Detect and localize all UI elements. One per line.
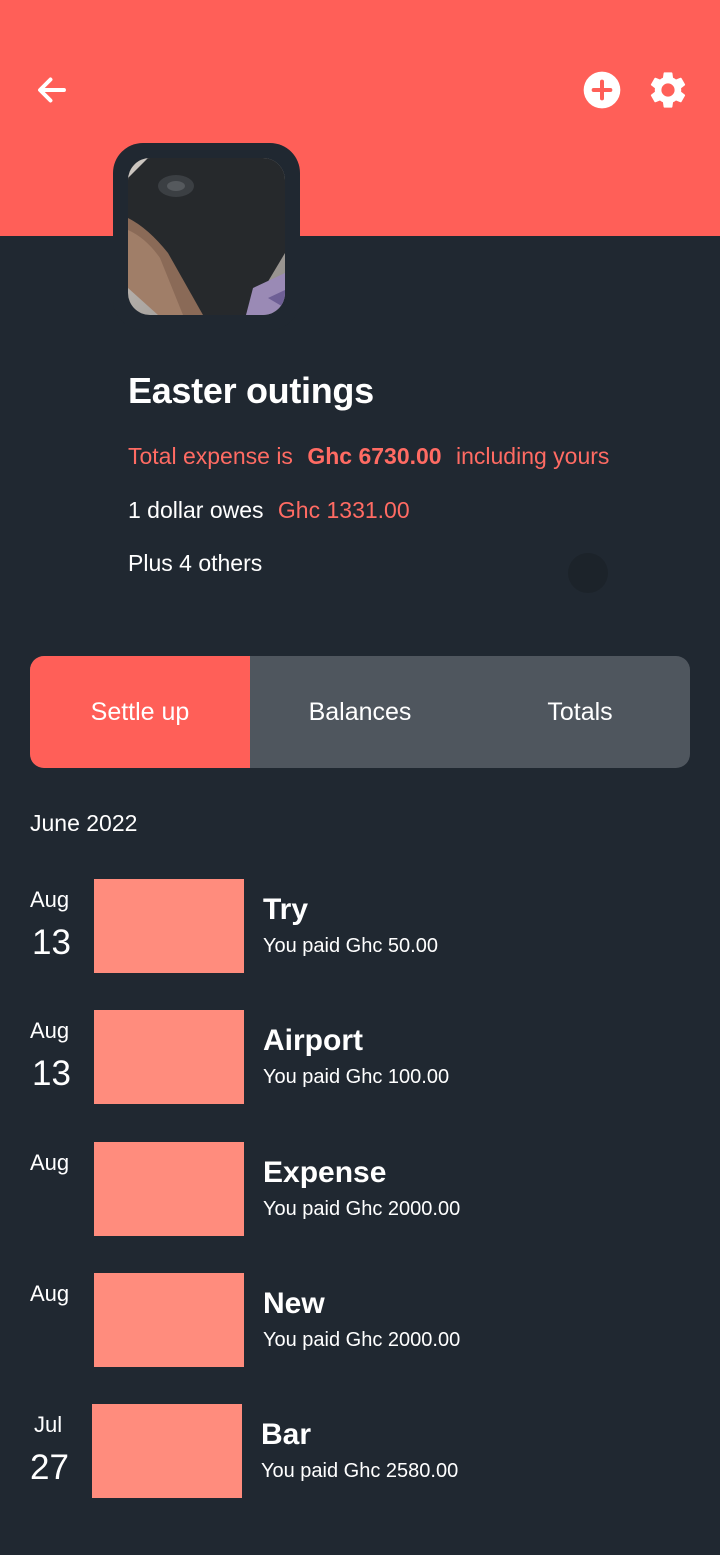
- expense-title: Try: [263, 893, 309, 926]
- owes-amount: Ghc 1331.00: [277, 497, 410, 523]
- expense-row[interactable]: Aug 13 Airport You paid Ghc 100.00: [0, 1010, 720, 1106]
- expense-paid-text: You paid Ghc 2000.00: [263, 1329, 461, 1351]
- expense-paid-text: You paid Ghc 100.00: [263, 1066, 450, 1088]
- expense-paid-text: You paid Ghc 50.00: [263, 935, 438, 957]
- expense-date-month: Aug: [30, 887, 70, 912]
- faded-indicator: [568, 553, 608, 593]
- expense-thumbnail: [94, 1010, 244, 1104]
- arrow-left-icon: [38, 77, 66, 103]
- group-avatar[interactable]: [128, 158, 285, 315]
- expense-paid-text: You paid Ghc 2580.00: [261, 1460, 459, 1482]
- total-expense-line: Total expense is Ghc 6730.00 including y…: [128, 443, 609, 470]
- expense-title: Expense: [263, 1156, 387, 1189]
- expense-thumbnail: [94, 1273, 244, 1367]
- expense-row[interactable]: Aug Expense You paid Ghc 2000.00: [0, 1142, 720, 1238]
- expense-thumbnail: [94, 879, 244, 973]
- total-expense-amount: Ghc 6730.00: [307, 443, 442, 469]
- expense-thumbnail: [92, 1404, 242, 1498]
- expense-date-month: Aug: [30, 1150, 70, 1175]
- total-expense-suffix: including yours: [455, 443, 610, 469]
- expense-title: New: [263, 1287, 325, 1320]
- expense-date-day: 13: [32, 1054, 71, 1093]
- total-expense-prefix: Total expense is: [128, 443, 293, 469]
- group-title: Easter outings: [128, 370, 374, 411]
- expense-thumbnail: [94, 1142, 244, 1236]
- settings-button[interactable]: [645, 66, 691, 114]
- tab-settle-up[interactable]: Settle up: [30, 656, 250, 768]
- expense-title: Bar: [261, 1418, 312, 1451]
- header-bar: [0, 0, 720, 236]
- add-expense-button[interactable]: [580, 68, 624, 112]
- gear-icon: [650, 72, 686, 108]
- section-month-header: June 2022: [30, 810, 138, 836]
- tab-bar: Settle up Balances Totals: [30, 656, 690, 768]
- expense-row[interactable]: Aug 13 Try You paid Ghc 50.00: [0, 879, 720, 975]
- tab-totals[interactable]: Totals: [470, 656, 690, 768]
- others-line: Plus 4 others: [128, 550, 263, 576]
- plus-circle-icon: [583, 71, 621, 109]
- expense-date-month: Aug: [30, 1281, 70, 1306]
- expense-date-day: 27: [30, 1448, 69, 1487]
- group-photo: [128, 158, 285, 315]
- expense-paid-text: You paid Ghc 2000.00: [263, 1198, 461, 1220]
- expense-date-month: Jul: [34, 1412, 63, 1437]
- owes-text: 1 dollar owes: [128, 497, 264, 523]
- expense-date-day: 13: [32, 923, 71, 962]
- expense-title: Airport: [263, 1024, 363, 1057]
- back-button[interactable]: [30, 68, 74, 112]
- expense-row[interactable]: Aug New You paid Ghc 2000.00: [0, 1273, 720, 1369]
- expense-date-month: Aug: [30, 1018, 70, 1043]
- owes-line: 1 dollar owes Ghc 1331.00: [128, 497, 410, 524]
- expense-row[interactable]: Jul 27 Bar You paid Ghc 2580.00: [0, 1404, 718, 1500]
- group-avatar-frame: [113, 143, 300, 330]
- tab-balances[interactable]: Balances: [250, 656, 470, 768]
